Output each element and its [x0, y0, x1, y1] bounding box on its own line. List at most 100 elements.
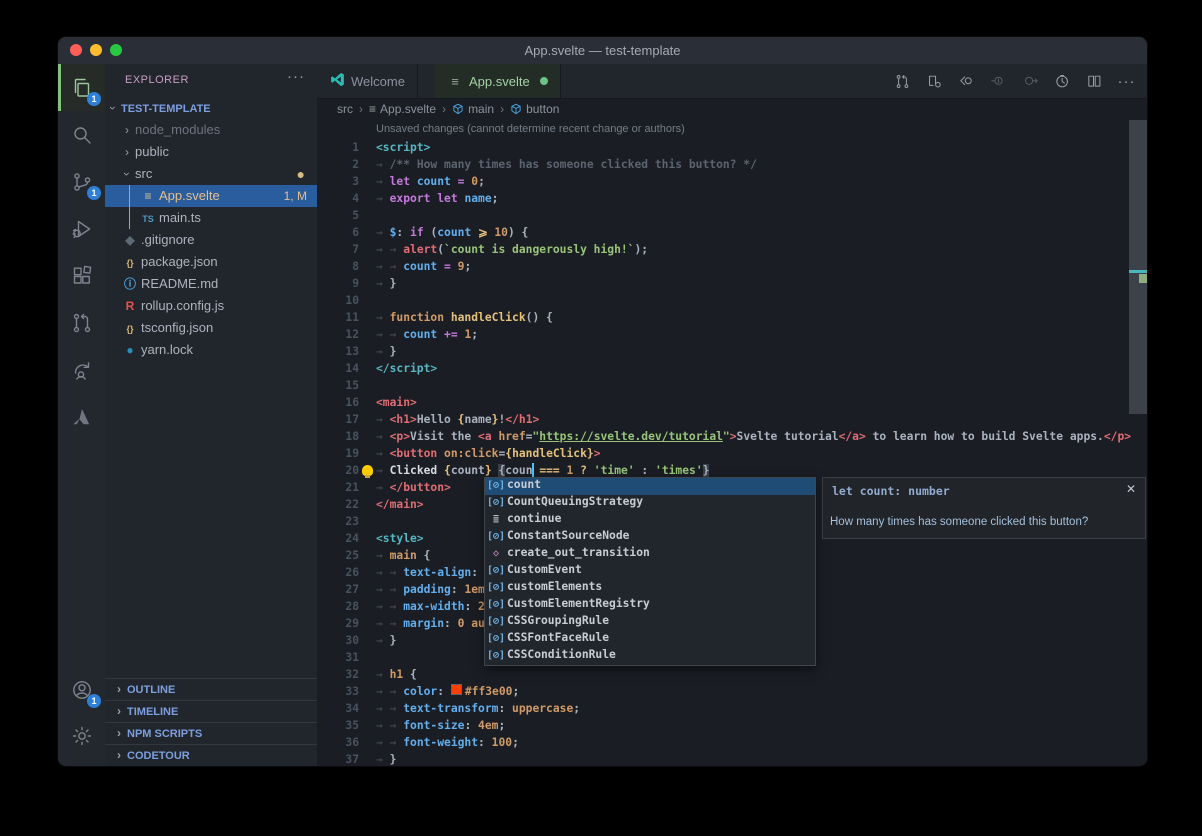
tree-item-tsconfig.json[interactable]: {}tsconfig.json — [105, 317, 317, 339]
code-line-33[interactable]: 33→ → color: #ff3e00; — [317, 683, 1147, 700]
go-back-icon[interactable] — [954, 69, 979, 94]
code-line-12[interactable]: 12→ → count += 1; — [317, 326, 1147, 343]
code-line-16[interactable]: 16<main> — [317, 394, 1147, 411]
suggestion-item-customElements[interactable]: [⊘]customElements — [485, 580, 815, 597]
suggestion-item-CSSConditionRule[interactable]: [⊘]CSSConditionRule — [485, 648, 815, 665]
code-line-5[interactable]: 5 — [317, 207, 1147, 224]
activity-github-pr[interactable] — [58, 299, 105, 346]
breadcrumb-item-app-svelte[interactable]: ≡App.svelte — [369, 102, 436, 116]
symbol-element-icon — [452, 102, 464, 116]
suggestion-item-CustomElementRegistry[interactable]: [⊘]CustomElementRegistry — [485, 597, 815, 614]
code-line-10[interactable]: 10 — [317, 292, 1147, 309]
code-line-36[interactable]: 36→ → font-weight: 100; — [317, 734, 1147, 751]
code-text: → <button on:click={handleClick}> — [376, 445, 601, 462]
activity-account[interactable]: 1 — [58, 666, 105, 713]
more-actions-icon[interactable]: ··· — [1114, 69, 1139, 94]
color-swatch[interactable] — [451, 684, 462, 695]
suggestion-item-CSSFontFaceRule[interactable]: [⊘]CSSFontFaceRule — [485, 631, 815, 648]
breadcrumb-separator: › — [500, 102, 504, 116]
breadcrumb-item-button[interactable]: button — [510, 102, 559, 116]
code-line-32[interactable]: 32→ h1 { — [317, 666, 1147, 683]
code-line-37[interactable]: 37→ } — [317, 751, 1147, 766]
editor-scrollbar[interactable] — [1129, 120, 1147, 766]
overview-cursor-marker — [1129, 270, 1147, 273]
scrollbar-slider[interactable] — [1129, 120, 1147, 414]
close-icon[interactable]: ✕ — [1126, 482, 1136, 496]
tree-item-README.md[interactable]: ⓘREADME.md — [105, 273, 317, 295]
tree-item-main.ts[interactable]: TSmain.ts — [105, 207, 317, 229]
suggestion-item-count[interactable]: [⊘]count — [485, 478, 815, 495]
suggestion-item-continue[interactable]: ≣continue — [485, 512, 815, 529]
activity-run-debug[interactable] — [58, 205, 105, 252]
lightbulb-icon[interactable] — [362, 465, 373, 476]
code-line-9[interactable]: 9→ } — [317, 275, 1147, 292]
suggestion-item-CSSGroupingRule[interactable]: [⊘]CSSGroupingRule — [485, 614, 815, 631]
editor-body[interactable]: Unsaved changes (cannot determine recent… — [317, 120, 1147, 766]
activity-extensions[interactable] — [58, 252, 105, 299]
code-line-7[interactable]: 7→ → alert(`count is dangerously high!`)… — [317, 241, 1147, 258]
suggestion-item-CountQueuingStrategy[interactable]: [⊘]CountQueuingStrategy — [485, 495, 815, 512]
tree-item-src[interactable]: ›src● — [105, 163, 317, 185]
tree-item-node_modules[interactable]: ›node_modules — [105, 119, 317, 141]
code-line-2[interactable]: 2→ /** How many times has someone clicke… — [317, 156, 1147, 173]
workspace-root-item[interactable]: ›TEST-TEMPLATE — [105, 97, 317, 119]
json-file-icon: {} — [121, 318, 139, 340]
suggestion-item-create_out_transition[interactable]: ◇create_out_transition — [485, 546, 815, 563]
activity-settings-gear[interactable] — [58, 712, 105, 759]
tab-welcome[interactable]: Welcome — [317, 64, 418, 98]
line-number: 31 — [317, 649, 359, 666]
tree-item-package.json[interactable]: {}package.json — [105, 251, 317, 273]
code-line-13[interactable]: 13→ } — [317, 343, 1147, 360]
breadcrumb-item-src[interactable]: src — [337, 102, 353, 116]
code-line-1[interactable]: 1<script> — [317, 139, 1147, 156]
breadcrumb-item-main[interactable]: main — [452, 102, 494, 116]
title-bar[interactable]: App.svelte — test-template — [58, 37, 1147, 65]
symbol-variable-icon: [⊘] — [485, 582, 507, 593]
code-line-34[interactable]: 34→ → text-transform: uppercase; — [317, 700, 1147, 717]
code-line-17[interactable]: 17→ <h1>Hello {name}!</h1> — [317, 411, 1147, 428]
line-number: 14 — [317, 360, 359, 377]
suggestion-item-CustomEvent[interactable]: [⊘]CustomEvent — [485, 563, 815, 580]
suggestion-item-ConstantSourceNode[interactable]: [⊘]ConstantSourceNode — [485, 529, 815, 546]
sidebar-panel-codetour[interactable]: ›CODETOUR — [105, 744, 317, 766]
sidebar-more-actions-icon[interactable]: ··· — [287, 68, 305, 85]
sidebar-panel-npm-scripts[interactable]: ›NPM SCRIPTS — [105, 722, 317, 744]
activity-azure[interactable] — [58, 393, 105, 440]
code-line-6[interactable]: 6→ $: if (count ⩾ 10) { — [317, 224, 1147, 241]
tree-item-rollup.config.js[interactable]: Rrollup.config.js — [105, 295, 317, 317]
line-number: 8 — [317, 258, 359, 275]
sidebar-panel-outline[interactable]: ›OUTLINE — [105, 678, 317, 700]
code-line-14[interactable]: 14</script> — [317, 360, 1147, 377]
sidebar-panel-timeline[interactable]: ›TIMELINE — [105, 700, 317, 722]
split-editor-icon[interactable] — [1082, 69, 1107, 94]
breadcrumb[interactable]: src›≡App.svelte›main›button — [317, 99, 1147, 120]
symbol-variable-icon: [⊘] — [485, 633, 507, 644]
git-merge-icon[interactable] — [890, 69, 915, 94]
code-line-19[interactable]: 19→ <button on:click={handleClick}> — [317, 445, 1147, 462]
activity-badge: 1 — [87, 186, 101, 200]
tree-item-.gitignore[interactable]: ◆.gitignore — [105, 229, 317, 251]
timeline-run-icon[interactable] — [1050, 69, 1075, 94]
code-line-11[interactable]: 11→ function handleClick() { — [317, 309, 1147, 326]
activity-live-share[interactable] — [58, 346, 105, 393]
activity-files[interactable]: 1 — [58, 64, 105, 111]
svelte-file-icon: ≡ — [139, 185, 157, 207]
code-text: → → count = 9; — [376, 258, 471, 275]
activity-search[interactable] — [58, 111, 105, 158]
line-number: 36 — [317, 734, 359, 751]
chevron-right-icon: › — [111, 745, 127, 766]
open-changes-icon[interactable] — [922, 69, 947, 94]
activity-badge: 1 — [87, 92, 101, 106]
code-line-18[interactable]: 18→ <p>Visit the <a href="https://svelte… — [317, 428, 1147, 445]
code-line-15[interactable]: 15 — [317, 377, 1147, 394]
tree-item-App.svelte[interactable]: ≡App.svelte1, M — [105, 185, 317, 207]
tree-item-public[interactable]: ›public — [105, 141, 317, 163]
tree-item-yarn.lock[interactable]: ●yarn.lock — [105, 339, 317, 361]
activity-source-control[interactable]: 1 — [58, 158, 105, 205]
code-line-4[interactable]: 4→ export let name; — [317, 190, 1147, 207]
code-line-8[interactable]: 8 → → count = 9; — [317, 258, 1147, 275]
code-line-3[interactable]: 3→ let count = 0; — [317, 173, 1147, 190]
code-line-35[interactable]: 35→ → font-size: 4em; — [317, 717, 1147, 734]
tab-app-svelte[interactable]: ≡App.svelte — [435, 64, 561, 98]
code-text: → let count = 0; — [376, 173, 485, 190]
